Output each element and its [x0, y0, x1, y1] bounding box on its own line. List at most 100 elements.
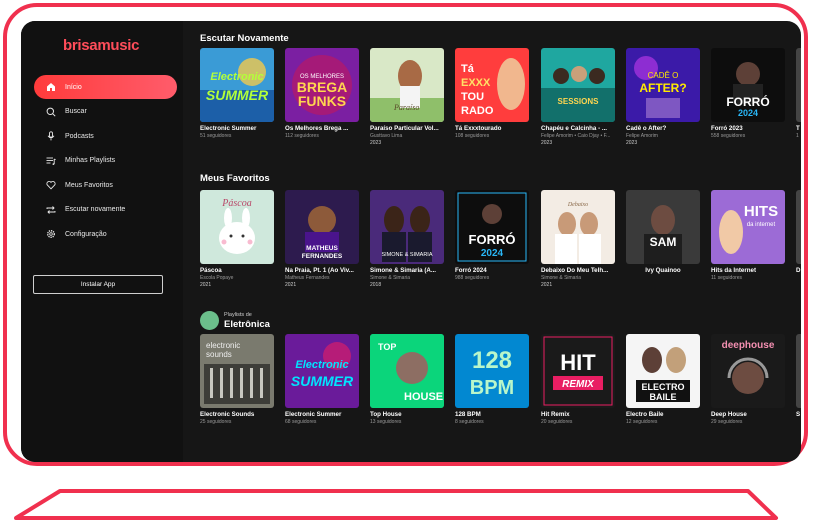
sidebar-item-label: Escutar novamente — [65, 206, 126, 213]
sidebar-item-inicio[interactable]: Início — [34, 75, 177, 99]
album-card[interactable]: SAM Ivy Quainoo — [626, 190, 700, 274]
sidebar-item-label: Meus Favoritos — [65, 181, 113, 189]
sidebar-item-configuracao[interactable]: Configuração — [34, 222, 177, 246]
playlist-title: S — [796, 411, 801, 418]
playlist-subtitle: 13 seguidores — [370, 419, 402, 425]
section-title-favorites: Meus Favoritos — [200, 173, 270, 184]
album-card[interactable]: FORRÓ 2024 Forró 2024 988 seguidores — [455, 190, 529, 281]
svg-text:MATHEUS: MATHEUS — [306, 245, 338, 252]
album-title: Tá Exxxtourado — [455, 125, 502, 132]
playlist-subtitle: 25 seguidores — [200, 419, 232, 425]
playlist-card-partial[interactable]: S — [796, 334, 801, 418]
svg-text:TOU: TOU — [461, 91, 484, 103]
svg-text:128: 128 — [472, 347, 512, 374]
svg-text:FUNKS: FUNKS — [298, 93, 346, 109]
svg-text:BPM: BPM — [470, 377, 514, 399]
playlist-title: Electro Baile — [626, 411, 664, 418]
album-card[interactable]: CADÊ O AFTER? Cadê o After? Felipe Amorim… — [626, 48, 700, 146]
sidebar-item-label: Início — [65, 83, 82, 91]
album-cover: FORRÓ 2024 — [711, 48, 785, 122]
playlist-title: Electronic Sounds — [200, 411, 255, 418]
sidebar-item-escutar-novamente[interactable]: Escutar novamente — [34, 198, 177, 222]
svg-text:Paraíso: Paraíso — [393, 103, 419, 112]
album-title: Simone & Simaria (A... — [370, 267, 437, 274]
album-cover: Paraíso — [370, 48, 444, 122]
repeat-icon — [46, 205, 56, 214]
sidebar-item-label: Minhas Playlists — [65, 157, 116, 164]
svg-text:FORRÓ: FORRÓ — [726, 94, 769, 109]
album-cover: HITS da internet — [711, 190, 785, 264]
sidebar-item-buscar[interactable]: Buscar — [34, 100, 177, 124]
playlist-subtitle: 68 seguidores — [285, 419, 317, 425]
section-title-electronic: Eletrônica — [224, 319, 270, 330]
album-cover: SIMONE & SIMARIA — [370, 190, 444, 264]
album-subtitle: 11 seguidores — [711, 275, 743, 281]
svg-text:CADÊ O: CADÊ O — [648, 71, 679, 80]
svg-text:HIT: HIT — [560, 350, 596, 375]
playlist-card[interactable]: Electronic SUMMER Electronic Summer 68 se… — [285, 334, 359, 425]
svg-text:da internet: da internet — [747, 222, 776, 228]
svg-text:SUMMER: SUMMER — [291, 373, 354, 389]
album-title: Electronic Summer — [200, 125, 257, 132]
playlist-card[interactable]: 128 BPM 128 BPM 8 seguidores — [455, 334, 529, 425]
album-title: Paraíso Particular Vol... — [370, 125, 439, 132]
app-logo[interactable]: brisamusic — [63, 37, 140, 54]
svg-text:sounds: sounds — [206, 350, 232, 359]
playlist-cover: TOP HOUSE — [370, 334, 444, 408]
svg-text:Electronic: Electronic — [210, 71, 263, 83]
album-card[interactable]: SESSIONS Chapéu e Calcinha - ... Felipe … — [541, 48, 615, 146]
install-app-button[interactable]: Instalar App — [33, 275, 163, 294]
album-title: Na Praia, Pt. 1 (Ao Viv... — [285, 267, 354, 274]
album-title: Páscoa — [200, 267, 222, 274]
playlist-section-header: Playlists de Eletrônica — [200, 311, 400, 333]
album-card[interactable]: OS MELHORES BREGA FUNKS Os Melhores Brega … — [285, 48, 359, 139]
section-title-listen-again: Escutar Novamente — [200, 33, 289, 44]
album-card[interactable]: Páscoa Páscoa Escola Popaye 2021 — [200, 190, 274, 288]
album-card-partial[interactable]: D — [796, 190, 801, 274]
album-subtitle: Escola Popaye — [200, 275, 234, 281]
album-cover: MATHEUS FERNANDES — [285, 190, 359, 264]
svg-text:Tá: Tá — [461, 63, 475, 75]
device-frame: brisamusic Início Buscar Podcasts Minhas… — [3, 3, 808, 466]
playlist-card[interactable]: HIT REMIX Hit Remix 20 seguidores — [541, 334, 615, 425]
album-card[interactable]: FORRÓ 2024 Forró 2023 558 seguidores — [711, 48, 785, 139]
svg-text:SAM: SAM — [650, 235, 677, 249]
sidebar-item-podcasts[interactable]: Podcasts — [34, 124, 177, 148]
album-card[interactable]: MATHEUS FERNANDES Na Praia, Pt. 1 (Ao Viv… — [285, 190, 359, 288]
album-card[interactable]: Debaixo Debaixo Do Meu Telh... Simone & … — [541, 190, 615, 288]
sidebar-item-minhas-playlists[interactable]: Minhas Playlists — [34, 149, 177, 173]
sidebar-item-label: Podcasts — [65, 132, 94, 140]
album-cover — [796, 190, 801, 264]
album-card[interactable]: Paraíso Paraíso Particular Vol... Gustta… — [370, 48, 444, 146]
album-cover: OS MELHORES BREGA FUNKS — [285, 48, 359, 122]
album-year: 2023 — [626, 140, 638, 146]
genre-thumbnail — [200, 311, 219, 330]
listen-again-row: Electronic SUMMER Electronic Summer 51 se… — [200, 48, 801, 148]
sidebar-nav: Início Buscar Podcasts Minhas Playlists … — [34, 75, 177, 247]
playlist-cover: deephouse — [711, 334, 785, 408]
album-year: 2023 — [370, 140, 382, 146]
svg-text:Páscoa: Páscoa — [221, 198, 251, 209]
album-year: 2023 — [541, 140, 553, 146]
playlist-card[interactable]: electronic sounds Electronic Sounds 25 se… — [200, 334, 274, 425]
svg-text:RADO: RADO — [461, 105, 494, 117]
playlist-card[interactable]: deephouse Deep House 29 seguidores — [711, 334, 785, 425]
svg-text:REMIX: REMIX — [562, 379, 595, 390]
album-card[interactable]: SIMONE & SIMARIA Simone & Simaria (A... … — [370, 190, 444, 288]
album-card-partial[interactable]: T 1 — [796, 48, 801, 139]
album-subtitle: 988 seguidores — [455, 275, 490, 281]
svg-text:TOP: TOP — [378, 342, 396, 352]
playlist-card[interactable]: ELECTRO BAILE Electro Baile 12 seguidores — [626, 334, 700, 425]
album-title: Chapéu e Calcinha - ... — [541, 125, 608, 132]
svg-text:SUMMER: SUMMER — [206, 87, 269, 103]
album-card[interactable]: Electronic SUMMER Electronic Summer 51 se… — [200, 48, 274, 139]
album-cover: SAM — [626, 190, 700, 264]
album-subtitle: Simone & Simaria — [541, 275, 582, 281]
playlist-card[interactable]: TOP HOUSE Top House 13 seguidores — [370, 334, 444, 425]
album-title: Ivy Quainoo — [645, 267, 681, 274]
section-subtitle: Playlists de — [224, 312, 252, 318]
sidebar-item-meus-favoritos[interactable]: Meus Favoritos — [34, 173, 177, 197]
album-card[interactable]: HITS da internet Hits da Internet 11 segu… — [711, 190, 785, 281]
album-card[interactable]: Tá EXXX TOU RADO Tá Exxxtourado 108 seguido… — [455, 48, 529, 139]
album-cover: Páscoa — [200, 190, 274, 264]
